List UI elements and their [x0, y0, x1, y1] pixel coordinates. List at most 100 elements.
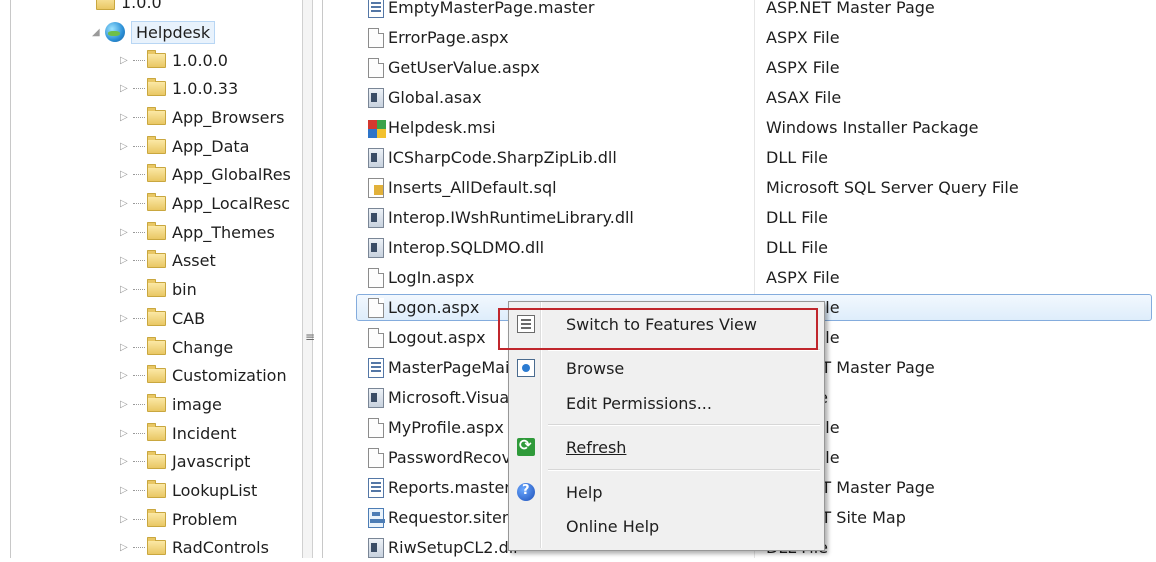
menu-item-refresh[interactable]: Refresh — [510, 432, 821, 462]
tree-item-folder[interactable]: ▷ Asset — [120, 247, 216, 275]
tree-item-folder[interactable]: ▷ image — [120, 390, 222, 418]
expand-arrow-icon[interactable]: ▷ — [120, 198, 130, 209]
browse-icon — [517, 359, 535, 377]
tree-item-folder[interactable]: ▷ App_Themes — [120, 218, 275, 246]
file-row[interactable]: EmptyMasterPage.master ASP.NET Master Pag… — [358, 0, 1146, 21]
menu-item-label: Online Help — [566, 516, 660, 536]
expand-arrow-icon[interactable]: ▷ — [120, 370, 130, 381]
website-globe-icon — [105, 22, 125, 42]
tree-item-label: App_Data — [172, 136, 250, 156]
tree-connector — [133, 346, 145, 348]
file-row[interactable]: LogIn.aspx ASPX File — [358, 264, 1146, 291]
menu-item-label: Help — [566, 482, 603, 502]
tree-item-folder[interactable]: ▷ Javascript — [120, 448, 250, 476]
tree-item-label: App_Browsers — [172, 107, 285, 127]
collapse-arrow-icon[interactable]: ◢ — [92, 27, 102, 38]
folder-icon — [147, 250, 166, 269]
folder-icon — [96, 0, 115, 10]
tree-item-folder[interactable]: ▷ App_Browsers — [120, 103, 284, 131]
expand-arrow-icon[interactable]: ▷ — [120, 342, 130, 353]
folder-icon — [147, 221, 166, 240]
pane-splitter[interactable] — [302, 0, 313, 558]
tree-item-label: 1.0.0 — [121, 0, 162, 12]
expand-arrow-icon[interactable]: ▷ — [120, 227, 130, 238]
tree-item-folder[interactable]: ▷ CAB — [120, 304, 205, 332]
tree-item-folder[interactable]: ▷ Incident — [120, 419, 237, 447]
tree-connector — [133, 231, 145, 233]
tree-item-folder[interactable]: ▷ LookupList — [120, 477, 257, 505]
folder-icon — [147, 106, 166, 125]
tree-item-label: LookupList — [172, 481, 258, 500]
expand-arrow-icon[interactable]: ▷ — [120, 83, 130, 94]
expand-arrow-icon[interactable]: ▷ — [120, 456, 130, 467]
tree-item-label: CAB — [172, 308, 206, 328]
file-type: ASPX File — [766, 28, 840, 47]
file-name: RiwSetupCL2.dll — [388, 538, 518, 557]
file-row[interactable]: GetUserValue.aspx ASPX File — [358, 54, 1146, 81]
expand-arrow-icon[interactable]: ▷ — [120, 313, 130, 324]
tree-connector — [133, 490, 145, 491]
file-name: Logout.aspx — [388, 328, 486, 347]
folder-icon — [147, 393, 166, 412]
tree-item-helpdesk[interactable]: ◢ Helpdesk — [92, 18, 216, 46]
file-type: ASPX File — [766, 58, 840, 77]
folder-icon — [147, 451, 166, 470]
expand-arrow-icon[interactable]: ▷ — [120, 428, 130, 439]
menu-separator — [548, 424, 820, 426]
folder-icon — [147, 422, 166, 441]
tree-connector — [133, 116, 145, 118]
folder-icon — [147, 537, 166, 556]
file-row[interactable]: Inserts_AllDefault.sql Microsoft SQL Serv… — [358, 174, 1146, 201]
help-icon — [517, 483, 535, 501]
expand-arrow-icon[interactable]: ▷ — [120, 514, 130, 525]
splitter-grip-icon[interactable]: ≡ — [305, 330, 315, 344]
file-row[interactable]: ICSharpCode.SharpZipLib.dll DLL File — [358, 144, 1146, 171]
file-name: GetUserValue.aspx — [388, 58, 540, 77]
file-row[interactable]: Interop.SQLDMO.dll DLL File — [358, 234, 1146, 261]
expand-arrow-icon[interactable]: ▷ — [120, 485, 130, 496]
file-name: MyProfile.aspx — [388, 418, 504, 437]
file-row[interactable]: ErrorPage.aspx ASPX File — [358, 24, 1146, 51]
tree-item-folder[interactable]: ▷ Change — [120, 333, 233, 361]
expand-arrow-icon[interactable]: ▷ — [120, 255, 130, 266]
tree-item-folder[interactable]: ▷ App_LocalResc — [120, 190, 290, 218]
dll-icon — [368, 207, 384, 228]
expand-arrow-icon[interactable]: ▷ — [120, 542, 130, 553]
tree-item-label: Problem — [172, 509, 238, 529]
menu-item-online-help[interactable]: Online Help — [510, 511, 821, 541]
tree-item-label: 1.0.0.33 — [172, 79, 239, 99]
tree-item-folder[interactable]: ▷ App_GlobalRes — [120, 161, 291, 189]
folder-icon — [147, 365, 166, 384]
master-icon — [368, 357, 384, 378]
expand-arrow-icon[interactable]: ▷ — [120, 112, 130, 123]
folder-icon — [147, 279, 166, 298]
file-type: DLL File — [766, 208, 829, 227]
tree-item-folder[interactable]: ▷ Customization — [120, 362, 287, 390]
tree-item-label: App_GlobalRes — [172, 165, 291, 185]
expand-arrow-icon[interactable]: ▷ — [120, 55, 130, 66]
tree-item-label: Incident — [172, 423, 237, 443]
expand-arrow-icon[interactable]: ▷ — [120, 284, 130, 295]
file-row[interactable]: Helpdesk.msi Windows Installer Package — [358, 114, 1146, 141]
tree-item-folder[interactable]: ▷ 1.0.0.33 — [120, 75, 238, 103]
document-icon — [368, 417, 384, 438]
tree-item-folder[interactable]: ▷ Problem — [120, 505, 237, 533]
menu-item-help[interactable]: Help — [510, 477, 821, 507]
dll-icon — [368, 87, 384, 108]
file-row[interactable]: Interop.IWshRuntimeLibrary.dll DLL File — [358, 204, 1146, 231]
file-row[interactable]: Global.asax ASAX File — [358, 84, 1146, 111]
tree-item-folder[interactable]: ▷ App_Data — [120, 132, 249, 160]
tree-item-folder[interactable]: ▷ bin — [120, 276, 197, 304]
menu-item-browse[interactable]: Browse — [510, 353, 821, 383]
file-name: Inserts_AllDefault.sql — [388, 178, 557, 197]
tree-item-partial[interactable]: 1.0.0 — [96, 0, 162, 16]
folder-icon — [147, 307, 166, 326]
expand-arrow-icon[interactable]: ▷ — [120, 169, 130, 180]
folder-icon — [147, 164, 166, 183]
folder-icon — [147, 78, 166, 97]
menu-item-edit-permissions[interactable]: Edit Permissions... — [510, 388, 821, 418]
expand-arrow-icon[interactable]: ▷ — [120, 141, 130, 152]
expand-arrow-icon[interactable]: ▷ — [120, 399, 130, 410]
tree-item-folder[interactable]: ▷ 1.0.0.0 — [120, 46, 228, 74]
file-name: ErrorPage.aspx — [388, 28, 509, 47]
